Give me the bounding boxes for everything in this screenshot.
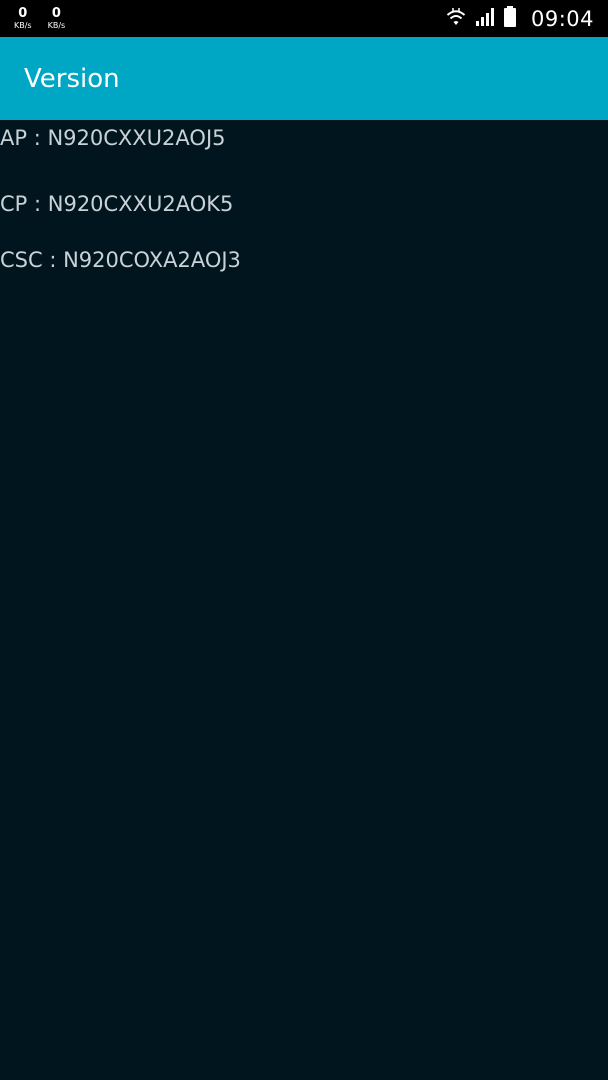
download-speed: 0 KB/s bbox=[48, 7, 66, 30]
version-csc: CSC : N920COXA2AOJ3 bbox=[0, 248, 241, 272]
clock: 09:04 bbox=[530, 6, 594, 31]
version-list: AP : N920CXXU2AOJ5 CP : N920CXXU2AOK5 CS… bbox=[0, 120, 608, 288]
download-speed-unit: KB/s bbox=[47, 21, 66, 30]
signal-icon bbox=[475, 7, 495, 31]
version-ap: AP : N920CXXU2AOJ5 bbox=[0, 125, 226, 150]
version-cp: CP : N920CXXU2AOK5 bbox=[0, 192, 234, 216]
status-icons: 09:04 bbox=[445, 5, 594, 32]
app-bar: Version bbox=[0, 37, 608, 120]
page-title: Version bbox=[24, 63, 120, 94]
battery-icon bbox=[503, 5, 517, 32]
download-speed-value: 0 bbox=[51, 6, 61, 21]
upload-speed-value: 0 bbox=[18, 6, 28, 21]
upload-speed-unit: KB/s bbox=[14, 21, 32, 30]
network-speed: 0 KB/s 0 KB/s bbox=[14, 7, 65, 30]
wifi-icon bbox=[445, 7, 467, 31]
status-bar: 0 KB/s 0 KB/s 09:04 bbox=[0, 0, 608, 37]
upload-speed: 0 KB/s bbox=[14, 7, 32, 30]
